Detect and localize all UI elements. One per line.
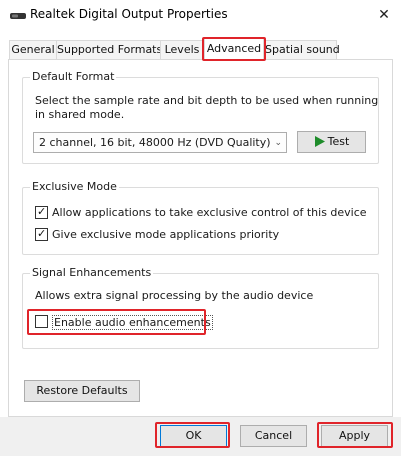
test-button[interactable]: Test xyxy=(297,131,366,153)
enable-enhancements-checkbox[interactable] xyxy=(35,315,48,328)
checkmark-icon: ✓ xyxy=(37,227,47,240)
checkmark-icon: ✓ xyxy=(37,205,47,218)
tab-advanced[interactable]: Advanced xyxy=(204,38,264,60)
signal-enhancements-legend: Signal Enhancements xyxy=(30,266,154,279)
default-format-description-line2: in shared mode. xyxy=(35,108,125,121)
window-title: Realtek Digital Output Properties xyxy=(30,7,228,21)
enable-enhancements-label: Enable audio enhancements xyxy=(52,315,213,330)
tab-supported-formats[interactable]: Supported Formats xyxy=(56,40,162,59)
cancel-button[interactable]: Cancel xyxy=(240,425,307,447)
exclusive-mode-legend: Exclusive Mode xyxy=(30,180,119,193)
tab-levels[interactable]: Levels xyxy=(160,40,204,59)
chevron-down-icon: ⌄ xyxy=(274,138,282,148)
close-icon: ✕ xyxy=(378,7,390,23)
tab-spatial-sound[interactable]: Spatial sound xyxy=(264,40,340,59)
test-button-label: Test xyxy=(327,135,350,148)
exclusive-mode-group xyxy=(22,187,379,255)
speaker-icon xyxy=(10,13,26,19)
default-format-legend: Default Format xyxy=(30,70,117,83)
close-button[interactable]: ✕ xyxy=(371,4,397,26)
ok-button[interactable]: OK xyxy=(160,425,227,447)
tab-general[interactable]: General xyxy=(9,40,57,59)
signal-enhancements-group xyxy=(22,273,379,349)
exclusive-priority-checkbox[interactable]: ✓ xyxy=(35,227,48,241)
format-select[interactable]: 2 channel, 16 bit, 48000 Hz (DVD Quality… xyxy=(33,132,287,153)
signal-enhancements-description: Allows extra signal processing by the au… xyxy=(35,289,314,302)
allow-exclusive-label: Allow applications to take exclusive con… xyxy=(52,206,367,219)
allow-exclusive-checkbox[interactable]: ✓ xyxy=(35,205,48,219)
format-select-value: 2 channel, 16 bit, 48000 Hz (DVD Quality… xyxy=(39,136,271,149)
apply-button[interactable]: Apply xyxy=(321,425,388,447)
play-icon xyxy=(314,136,325,147)
exclusive-priority-label: Give exclusive mode applications priorit… xyxy=(52,228,280,241)
default-format-description-line1: Select the sample rate and bit depth to … xyxy=(35,94,379,107)
restore-defaults-button[interactable]: Restore Defaults xyxy=(24,380,140,402)
